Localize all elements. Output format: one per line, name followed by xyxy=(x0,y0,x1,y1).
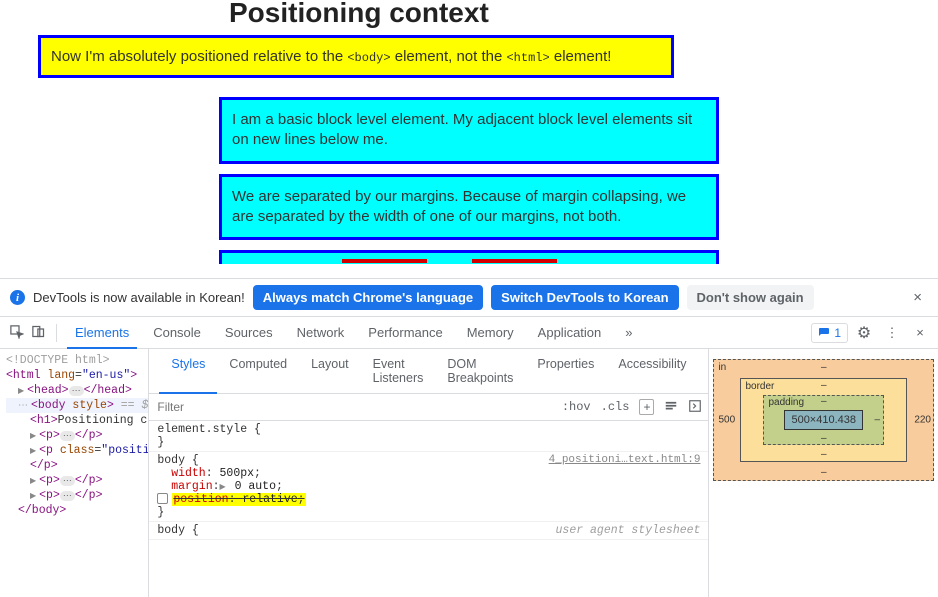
device-toolbar-icon[interactable] xyxy=(28,324,48,342)
paragraph-1: I am a basic block level element. My adj… xyxy=(219,97,719,164)
code-body: <body> xyxy=(347,51,390,65)
more-tabs-button[interactable]: » xyxy=(613,317,644,348)
close-devtools-icon[interactable]: × xyxy=(910,325,930,340)
dom-p4[interactable]: <p>⋯</p> xyxy=(6,488,148,503)
kebab-menu-icon[interactable]: ⋮ xyxy=(882,325,902,341)
inspect-element-icon[interactable] xyxy=(6,324,26,342)
hov-toggle[interactable]: :hov xyxy=(562,400,591,414)
dom-p-positioned[interactable]: <p class="positioned" xyxy=(6,443,148,458)
tab-performance[interactable]: Performance xyxy=(356,317,454,348)
property-toggle-checkbox[interactable] xyxy=(157,493,168,504)
issues-count: 1 xyxy=(834,326,841,340)
page-title: Positioning context xyxy=(219,0,719,29)
rule-body[interactable]: 4_positioni…text.html:9 body { width: 50… xyxy=(149,452,708,522)
dom-body-close[interactable]: </body> xyxy=(6,503,148,518)
tab-console[interactable]: Console xyxy=(141,317,213,348)
dom-p-close[interactable]: </p> xyxy=(6,458,148,473)
dont-show-again-button[interactable]: Don't show again xyxy=(687,285,814,310)
box-model-margin[interactable]: in – – 500 220 border – – padding – – – … xyxy=(713,359,934,481)
box-model-border[interactable]: border – – padding – – – 500×410.438 xyxy=(740,378,907,462)
rule-source-link[interactable]: 4_positioni…text.html:9 xyxy=(549,454,701,466)
positioned-paragraph: Now I'm absolutely positioned relative t… xyxy=(38,35,674,78)
info-icon: i xyxy=(10,290,25,305)
text: element, not the xyxy=(391,48,507,65)
devtools-main-tabs: Elements Console Sources Network Perform… xyxy=(0,317,938,349)
issues-badge[interactable]: 1 xyxy=(811,323,848,343)
dom-tree-panel[interactable]: <!DOCTYPE html> <html lang="en-us"> <hea… xyxy=(0,349,149,597)
subtab-styles[interactable]: Styles xyxy=(159,349,217,394)
tab-application[interactable]: Application xyxy=(526,317,614,348)
dom-h1[interactable]: <h1>Positioning conte xyxy=(6,413,148,428)
text: element! xyxy=(550,48,612,65)
styles-filter-input[interactable] xyxy=(155,397,561,417)
inline-element-highlight xyxy=(342,259,427,263)
switch-devtools-language-button[interactable]: Switch DevTools to Korean xyxy=(491,285,678,310)
box-model-content[interactable]: 500×410.438 xyxy=(784,410,863,430)
tab-elements[interactable]: Elements xyxy=(63,317,141,348)
cls-toggle[interactable]: .cls xyxy=(601,400,630,414)
box-model-panel[interactable]: in – – 500 220 border – – padding – – – … xyxy=(709,349,938,597)
text: Now I'm absolutely positioned relative t… xyxy=(51,48,347,65)
computed-styles-toggle-icon[interactable] xyxy=(664,399,678,416)
subtab-dom-breakpoints[interactable]: DOM Breakpoints xyxy=(435,349,525,393)
rule-body-ua[interactable]: user agent stylesheet body { xyxy=(149,522,708,540)
language-banner: i DevTools is now available in Korean! A… xyxy=(0,278,938,317)
subtab-event-listeners[interactable]: Event Listeners xyxy=(361,349,436,393)
tab-network[interactable]: Network xyxy=(285,317,357,348)
dom-body-selected[interactable]: <body style> == $0 xyxy=(6,398,148,413)
rendered-page: Positioning context Now I'm absolutely p… xyxy=(0,0,938,278)
settings-icon[interactable]: ⚙ xyxy=(854,323,874,343)
subtab-properties[interactable]: Properties xyxy=(525,349,606,393)
banner-text: DevTools is now available in Korean! xyxy=(33,290,245,305)
styles-panel: Styles Computed Layout Event Listeners D… xyxy=(149,349,709,597)
subtab-accessibility[interactable]: Accessibility xyxy=(606,349,698,393)
tab-sources[interactable]: Sources xyxy=(213,317,285,348)
close-icon[interactable]: × xyxy=(907,289,928,306)
always-match-language-button[interactable]: Always match Chrome's language xyxy=(253,285,483,310)
code-html: <html> xyxy=(506,51,549,65)
styles-rules-list[interactable]: element.style {} 4_positioni…text.html:9… xyxy=(149,421,708,597)
flex-overlay-icon[interactable] xyxy=(688,399,702,416)
dom-p1[interactable]: <p>⋯</p> xyxy=(6,428,148,443)
dom-p3[interactable]: <p>⋯</p> xyxy=(6,473,148,488)
rule-element-style[interactable]: element.style {} xyxy=(149,421,708,452)
inline-element-highlight xyxy=(472,259,557,263)
tab-memory[interactable]: Memory xyxy=(455,317,526,348)
paragraph-3-partial xyxy=(219,250,719,264)
dom-doctype[interactable]: <!DOCTYPE html> xyxy=(6,353,148,368)
styles-filter-row: :hov .cls + xyxy=(149,394,708,421)
subtab-layout[interactable]: Layout xyxy=(299,349,361,393)
dom-html-open[interactable]: <html lang="en-us"> xyxy=(6,368,148,383)
box-model-padding[interactable]: padding – – – 500×410.438 xyxy=(763,395,884,445)
paragraph-2: We are separated by our margins. Because… xyxy=(219,174,719,241)
ua-stylesheet-label: user agent stylesheet xyxy=(556,524,701,537)
new-style-rule-button[interactable]: + xyxy=(639,399,654,415)
dom-head[interactable]: <head>⋯</head> xyxy=(6,383,148,398)
subtab-computed[interactable]: Computed xyxy=(217,349,299,393)
styles-subtabs: Styles Computed Layout Event Listeners D… xyxy=(149,349,708,394)
